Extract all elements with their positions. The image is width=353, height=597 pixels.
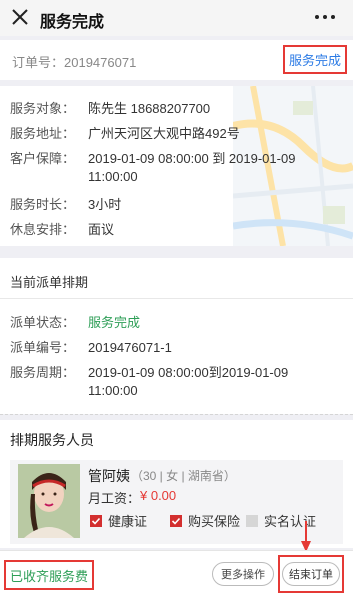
order-number: 订单号：2019476071 [12,55,137,70]
info-label: 休息安排： [10,222,76,237]
wage-value: ¥ 0.00 [140,488,177,503]
info-value: 广州天河区大观中路492号 [88,126,240,141]
schedule-label: 服务周期： [10,365,76,380]
schedule-label: 派单编号： [10,340,76,355]
info-value: 面议 [88,222,115,237]
staff-item[interactable]: 管阿姨 （30 | 女 | 湖南省） 月工资： ¥ 0.00 健康证 购买保险 … [10,460,343,544]
schedule-row-number: 派单编号： 2019476071-1 [10,339,172,357]
order-status-label: 服务完成 [288,53,341,68]
check-label: 健康证 [108,514,148,529]
wage-label: 月工资： [88,491,141,506]
schedule-row-status: 派单状态： 服务完成 [10,314,140,332]
staff-heading: 排期服务人员 [10,432,94,448]
info-row-duration: 服务时长： 3小时 [10,196,121,214]
staff-meta: （30 | 女 | 湖南省） [131,469,236,483]
schedule-value: 服务完成 [88,315,141,330]
staff-name: 管阿姨 [88,468,130,484]
schedule-value: 2019-01-09 08:00:00到2019-01-09 11:00:00 [88,365,289,398]
schedule-row-period: 服务周期： 2019-01-09 08:00:00到2019-01-09 11:… [10,364,288,398]
schedule-card: 当前派单排期 派单状态： 服务完成 派单编号： 2019476071-1 服务周… [0,258,353,414]
info-label: 客户保障： [10,151,76,166]
more-actions-button[interactable]: 更多操作 [212,562,274,586]
check-health-cert: 健康证 [90,511,147,530]
info-value: 陈先生 18688207700 [88,101,211,116]
avatar [18,464,80,538]
checkbox-unchecked-icon [246,514,258,527]
service-info-card: 服务对象： 陈先生 18688207700 服务地址： 广州天河区大观中路492… [0,86,353,246]
end-order-button[interactable]: 结束订单 [282,562,340,586]
close-icon[interactable] [10,7,30,27]
check-insurance: 购买保险 [170,511,240,530]
info-label: 服务对象： [10,101,76,116]
arrow-down-icon [301,521,311,552]
bottom-bar: 已收齐服务费 更多操作 结束订单 [0,550,353,597]
schedule-heading: 当前派单排期 [10,275,89,290]
page-title: 服务完成 [40,14,105,31]
check-label: 购买保险 [188,514,241,529]
schedule-value: 2019476071-1 [88,340,172,355]
info-row-guarantee: 客户保障： 2019-01-09 08:00:00 到 2019-01-09 1… [10,150,295,184]
info-row-address: 服务地址： 广州天河区大观中路492号 [10,125,240,143]
schedule-label: 派单状态： [10,315,76,330]
dashed-divider [0,414,353,415]
checkbox-checked-icon [170,514,182,527]
info-value: 2019-01-09 08:00:00 到 2019-01-09 11:00:0… [88,151,296,184]
info-label: 服务时长： [10,197,76,212]
info-row-rest: 休息安排： 面议 [10,221,114,239]
fee-collected-label: 已收齐服务费 [10,568,89,584]
order-row: 订单号：2019476071 服务完成 [0,40,353,80]
more-dots-icon[interactable] [315,15,335,19]
order-status-badge: 服务完成 [282,45,347,74]
divider [0,298,353,299]
info-row-client: 服务对象： 陈先生 18688207700 [10,100,210,118]
fee-collected-status: 已收齐服务费 [4,560,95,590]
info-label: 服务地址： [10,126,76,141]
info-value: 3小时 [88,197,122,212]
top-bar: 服务完成 [0,0,353,36]
checkbox-checked-icon [90,514,102,527]
